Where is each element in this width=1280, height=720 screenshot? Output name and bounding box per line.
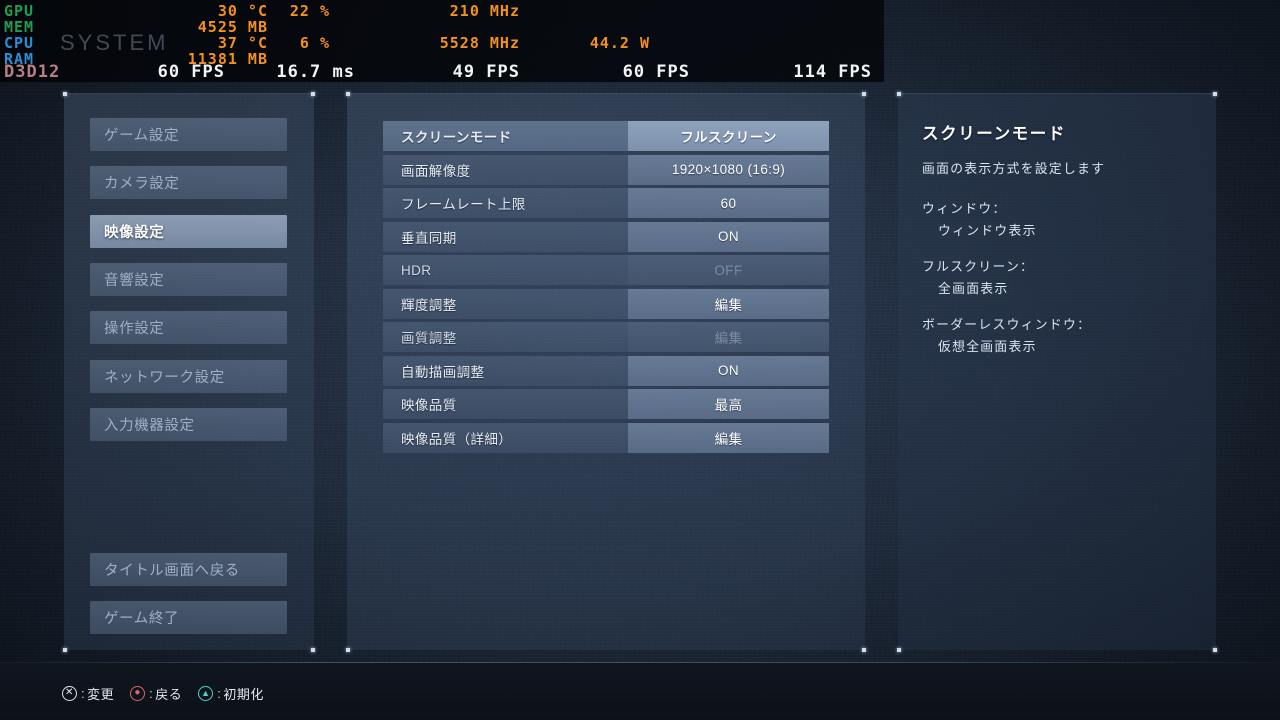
settings-row-value[interactable]: フルスクリーン [628, 121, 829, 151]
settings-row[interactable]: フレームレート上限 60 [383, 188, 829, 218]
sidebar-panel: ゲーム設定カメラ設定映像設定音響設定操作設定ネットワーク設定 入力機器設定 タイト… [63, 92, 315, 652]
footer-hint-separator: : [81, 685, 86, 701]
settings-row-label: 画面解像度 [401, 163, 471, 179]
settings-row[interactable]: 画面解像度 1920×1080 (16:9) [383, 154, 829, 185]
settings-row-value[interactable]: 編集 [628, 288, 829, 319]
settings-row-label: 輝度調整 [401, 297, 457, 313]
footer-hint: ✕: 変更 [62, 684, 114, 703]
sidebar-item-3[interactable]: 音響設定 [90, 262, 287, 296]
sidebar-item-6[interactable]: 入力機器設定 [90, 407, 287, 441]
description-items: ウィンドウ： ウィンドウ表示フルスクリーン： 全画面表示ボーダーレスウィンドウ： 仮想… [922, 198, 1196, 355]
description-item: ウィンドウ： ウィンドウ表示 [922, 198, 1196, 239]
footer-hints: ✕: 変更 ●: 戻る ▲: 初期化 [62, 681, 264, 705]
settings-row-label: 映像品質（詳細） [401, 431, 513, 447]
corner-marker [63, 648, 67, 652]
corner-marker [897, 648, 901, 652]
sidebar-item-4[interactable]: 操作設定 [90, 311, 287, 345]
settings-row-label: 画質調整 [401, 331, 457, 346]
settings-row-label: 映像品質 [401, 398, 457, 413]
sidebar-item-2[interactable]: 映像設定 [90, 214, 287, 248]
footer-separator [0, 662, 1280, 663]
triangle-button-icon: ▲ [198, 685, 214, 701]
overlay-value: 44.2 W [589, 34, 650, 52]
corner-marker [897, 92, 901, 96]
description-item-heading: ボーダーレスウィンドウ： [922, 317, 1092, 332]
settings-row[interactable]: 垂直同期 ON [383, 221, 829, 252]
corner-marker [346, 648, 350, 652]
description-item-heading: フルスクリーン： [922, 259, 1035, 274]
settings-row-value[interactable]: OFF [628, 255, 829, 285]
sidebar-bottom-item-1[interactable]: ゲーム終了 [90, 601, 287, 635]
settings-row[interactable]: 映像品質 最高 [383, 389, 829, 419]
corner-marker [862, 92, 866, 96]
settings-row-value[interactable]: 60 [628, 188, 829, 218]
corner-marker [1213, 92, 1217, 96]
description-item-body: 仮想全画面表示 [938, 339, 1037, 354]
description-item: ボーダーレスウィンドウ： 仮想全画面表示 [922, 314, 1196, 355]
settings-row-value[interactable]: 最高 [628, 389, 829, 419]
settings-row-label: HDR [401, 262, 432, 278]
description-panel: スクリーンモード 画面の表示方式を設定します ウィンドウ： ウィンドウ表示フルスク… [897, 92, 1217, 652]
footer-hint-separator: : [149, 685, 154, 701]
sidebar-item-5[interactable]: ネットワーク設定 [90, 359, 287, 393]
footer-hint-label: 初期化 [223, 686, 264, 702]
settings-rows: スクリーンモード フルスクリーン 画面解像度 1920×1080 (16:9) フレーム… [383, 121, 829, 456]
description-subtitle: 画面の表示方式を設定します [922, 161, 1106, 176]
settings-row-label: フレームレート上限 [401, 197, 526, 212]
corner-marker [311, 92, 315, 96]
settings-row[interactable]: HDR OFF [383, 255, 829, 285]
settings-row-label: 自動描画調整 [401, 364, 485, 380]
corner-marker [311, 648, 315, 652]
corner-marker [346, 92, 350, 96]
settings-row-label: スクリーンモード [401, 130, 512, 145]
settings-row[interactable]: スクリーンモード フルスクリーン [383, 121, 829, 151]
settings-row-value[interactable]: ON [628, 221, 829, 252]
footer-hint-separator: : [217, 685, 222, 701]
footer-hint: ●: 戻る [130, 684, 182, 703]
sidebar-item-1[interactable]: カメラ設定 [90, 166, 287, 200]
corner-marker [63, 92, 67, 96]
description-item: フルスクリーン： 全画面表示 [922, 256, 1196, 297]
settings-row-value[interactable]: ON [628, 355, 829, 386]
hardware-monitor-overlay: SYSTEM GPU 30 °C 22 % 210 MHz MEM 4525 MB CPU 3… [0, 0, 884, 82]
settings-row[interactable]: 輝度調整 編集 [383, 288, 829, 319]
overlay-row-d3d12: D3D12 60 FPS 16.7 ms 49 FPS 60 FPS 114 FPS [0, 63, 884, 82]
sidebar-item-0[interactable]: ゲーム設定 [90, 118, 287, 151]
footer-hint-label: 戻る [155, 686, 183, 702]
settings-row[interactable]: 自動描画調整 ON [383, 355, 829, 386]
footer-hint: ▲: 初期化 [198, 684, 264, 703]
description-item-heading: ウィンドウ： [922, 201, 1007, 216]
circle-button-icon: ● [130, 685, 146, 701]
description-title: スクリーンモード [922, 125, 1066, 143]
overlay-row-cpu: CPU 37 °C 6 % 5528 MHz 44.2 W [0, 35, 884, 52]
settings-row[interactable]: 映像品質（詳細） 編集 [383, 422, 829, 453]
sidebar-bottom-item-0[interactable]: タイトル画面へ戻る [90, 553, 287, 586]
overlay-value: 114 FPS [793, 62, 872, 82]
description-item-body: 全画面表示 [938, 281, 1009, 296]
settings-row[interactable]: 画質調整 編集 [383, 322, 829, 352]
settings-list-panel: スクリーンモード フルスクリーン 画面解像度 1920×1080 (16:9) フレーム… [346, 92, 866, 652]
corner-marker [1213, 648, 1217, 652]
footer-hint-label: 変更 [87, 686, 115, 702]
settings-row-value[interactable]: 編集 [628, 322, 829, 352]
overlay-row-gpu: GPU 30 °C 22 % 210 MHz [0, 3, 884, 20]
settings-row-value[interactable]: 1920×1080 (16:9) [628, 154, 829, 185]
corner-marker [862, 648, 866, 652]
settings-row-label: 垂直同期 [401, 230, 457, 246]
cross-button-icon: ✕ [62, 685, 77, 701]
description-item-body: ウィンドウ表示 [938, 223, 1037, 238]
settings-row-value[interactable]: 編集 [628, 422, 829, 453]
